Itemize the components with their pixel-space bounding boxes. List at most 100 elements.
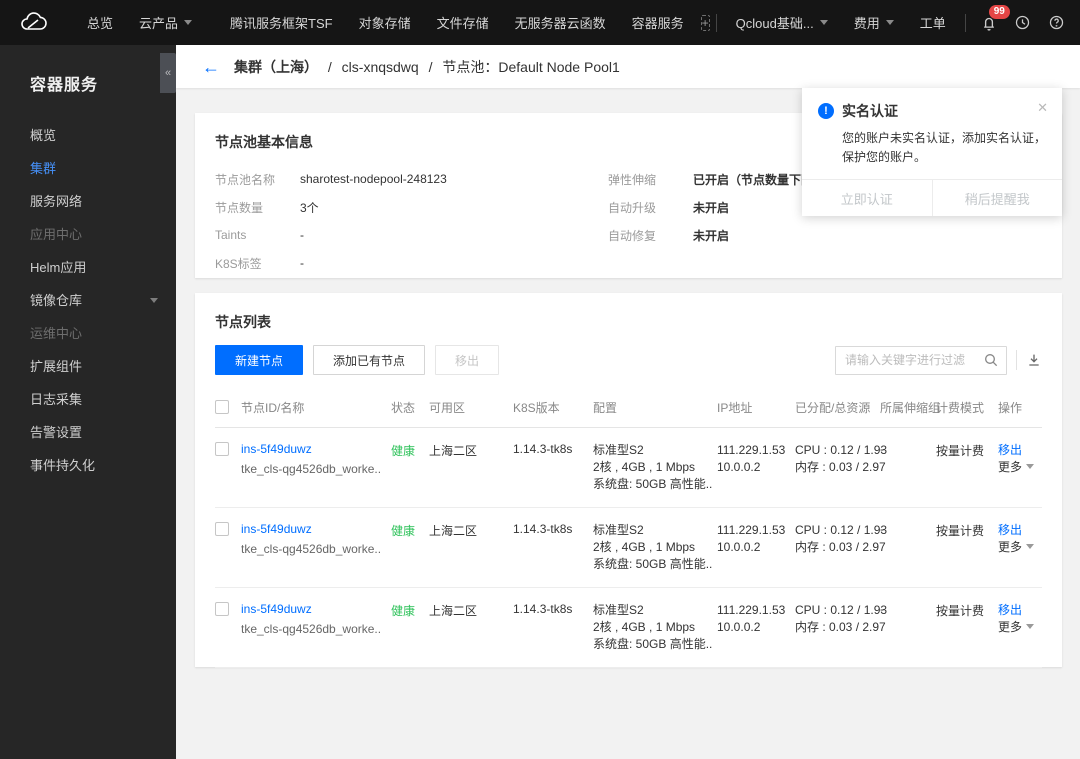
cpu-usage: CPU : 0.12 / 1.93 [795,602,888,617]
cpu-usage: CPU : 0.12 / 1.93 [795,522,888,537]
row-checkbox[interactable] [215,601,229,616]
sidebar-item-event-persistence[interactable]: 事件持久化 [0,449,176,482]
sidebar-item-label: 应用中心 [30,227,83,242]
sidebar-item-clusters[interactable]: 集群 [0,152,176,185]
search-icon[interactable] [983,352,999,368]
node-count-value: 3个 [300,200,319,215]
topbar-cloud-products[interactable]: 云产品 [126,0,205,45]
topbar-service-tke[interactable]: 容器服务 [619,0,697,45]
remind-later-button[interactable]: 稍后提醒我 [931,180,1063,216]
breadcrumb-separator: / [428,58,433,75]
column-header-operations: 操作 [998,388,1042,428]
notification-bell-icon[interactable]: 99 [972,0,1010,45]
row-checkbox[interactable] [215,441,229,456]
topbar-overview[interactable]: 总览 [74,0,126,45]
topbar-cloud-products-label: 云产品 [139,16,179,31]
sidebar-item-log-collection[interactable]: 日志采集 [0,383,176,416]
sidebar-item-app-center[interactable]: 应用中心 [0,218,176,251]
billing-cell: 按量计费 [936,427,998,508]
verify-now-button[interactable]: 立即认证 [802,180,932,216]
history-clock-icon[interactable] [1006,0,1040,45]
info-label: Taints [215,228,247,242]
sidebar-item-label: 事件持久化 [30,458,96,473]
sidebar-item-image-registry[interactable]: 镜像仓库 [0,284,176,317]
sidebar: 容器服务 概览 集群 服务网络 应用中心 Helm应用 镜像仓库 运维中心 扩展… [0,45,176,759]
topbar-overview-label: 总览 [87,16,114,31]
more-action-link[interactable]: 更多 [998,460,1022,474]
remove-node-button[interactable]: 移出 [435,345,500,375]
row-checkbox[interactable] [215,521,229,536]
node-id-link[interactable]: ins-5f49duwz [241,442,312,456]
help-question-icon[interactable] [1040,0,1074,45]
remove-action-link[interactable]: 移出 [998,523,1022,537]
select-all-checkbox[interactable] [215,399,229,414]
search-input[interactable] [835,345,1007,375]
topbar-service-cos[interactable]: 对象存储 [346,0,424,45]
column-header-status: 状态 [391,388,429,428]
config-line: 系统盘: 50GB 高性能.. [593,556,713,571]
toolbar-divider [1016,350,1017,370]
node-id-link[interactable]: ins-5f49duwz [241,522,312,536]
popup-body-text: 您的账户未实名认证，添加实名认证，保护您的账户。 [842,131,1047,164]
topbar-service-scf[interactable]: 无服务器云函数 [502,0,619,45]
info-icon: ! [818,103,834,119]
more-action-link[interactable]: 更多 [998,540,1022,554]
column-header-k8s-version: K8S版本 [513,388,593,428]
breadcrumb-separator: / [327,58,332,75]
node-id-link[interactable]: ins-5f49duwz [241,602,312,616]
sidebar-item-ops-center[interactable]: 运维中心 [0,317,176,350]
column-header-ip: IP地址 [717,388,795,428]
page-header: ← 集群（上海） / cls-xnqsdwq / 节点池：Default Nod… [176,45,1080,88]
chevron-down-icon [1026,543,1035,549]
column-header-resources: 已分配/总资源 [795,388,880,428]
back-arrow-icon[interactable]: ← [202,58,220,76]
sidebar-item-overview[interactable]: 概览 [0,119,176,152]
sidebar-collapse-button[interactable]: « [160,53,176,93]
ticket-label: 工单 [919,16,946,31]
chevron-down-icon [150,298,158,303]
sidebar-item-addons[interactable]: 扩展组件 [0,350,176,383]
remove-action-link[interactable]: 移出 [998,443,1022,457]
auto-upgrade-value: 未开启 [693,200,730,215]
node-list-toolbar: 新建节点 添加已有节点 移出 [215,345,1042,375]
config-cell: 标准型S2 2核 , 4GB , 1 Mbps 系统盘: 50GB 高性能.. [593,587,717,668]
tencent-cloud-logo[interactable] [18,11,48,34]
column-header-config: 配置 [593,388,717,428]
service-label: 腾讯服务框架TSF [230,16,333,31]
sidebar-item-label: 集群 [30,161,57,176]
node-name: tke_cls-qg4526db_worke.. [241,541,382,556]
topbar-account-menu[interactable]: Qcloud基础... [723,0,841,45]
service-label: 容器服务 [631,16,684,31]
auto-repair-value: 未开启 [693,228,730,243]
more-action-link[interactable]: 更多 [998,620,1022,634]
popup-title: 实名认证 [842,103,898,119]
download-icon[interactable] [1026,352,1042,368]
topbar-divider [964,13,966,32]
zone-cell: 上海二区 [429,587,513,668]
close-icon[interactable]: ✕ [1037,101,1048,114]
sidebar-item-label: Helm应用 [30,260,87,275]
sidebar-item-alarm-settings[interactable]: 告警设置 [0,416,176,449]
private-ip: 10.0.0.2 [717,539,761,554]
add-existing-node-button[interactable]: 添加已有节点 [313,345,426,375]
column-header-zone: 可用区 [429,388,513,428]
topbar-fee-menu[interactable]: 费用 [841,0,907,45]
scaling-group-cell: - [880,427,936,508]
breadcrumb-node-pool: 节点池：Default Node Pool1 [442,58,620,75]
cpu-usage: CPU : 0.12 / 1.93 [795,442,888,457]
info-label: 节点池名称 [215,172,276,187]
topbar-service-tsf[interactable]: 腾讯服务框架TSF [217,0,346,45]
add-service-icon[interactable]: + [700,14,710,31]
public-ip: 111.229.1.53 [717,442,786,457]
remove-action-link[interactable]: 移出 [998,603,1022,617]
sidebar-item-helm[interactable]: Helm应用 [0,251,176,284]
create-node-button[interactable]: 新建节点 [215,345,304,375]
sidebar-item-service-mesh[interactable]: 服务网络 [0,185,176,218]
node-name: tke_cls-qg4526db_worke.. [241,461,382,476]
topbar-service-cfs[interactable]: 文件存储 [424,0,502,45]
config-line: 2核 , 4GB , 1 Mbps [593,459,696,474]
topbar-ticket[interactable]: 工单 [907,0,959,45]
operations-cell: 移出 更多 [998,587,1042,668]
topbar: 总览 云产品 腾讯服务框架TSF 对象存储 文件存储 无服务器云函数 容器服务 … [0,0,1080,45]
config-cell: 标准型S2 2核 , 4GB , 1 Mbps 系统盘: 50GB 高性能.. [593,507,717,588]
